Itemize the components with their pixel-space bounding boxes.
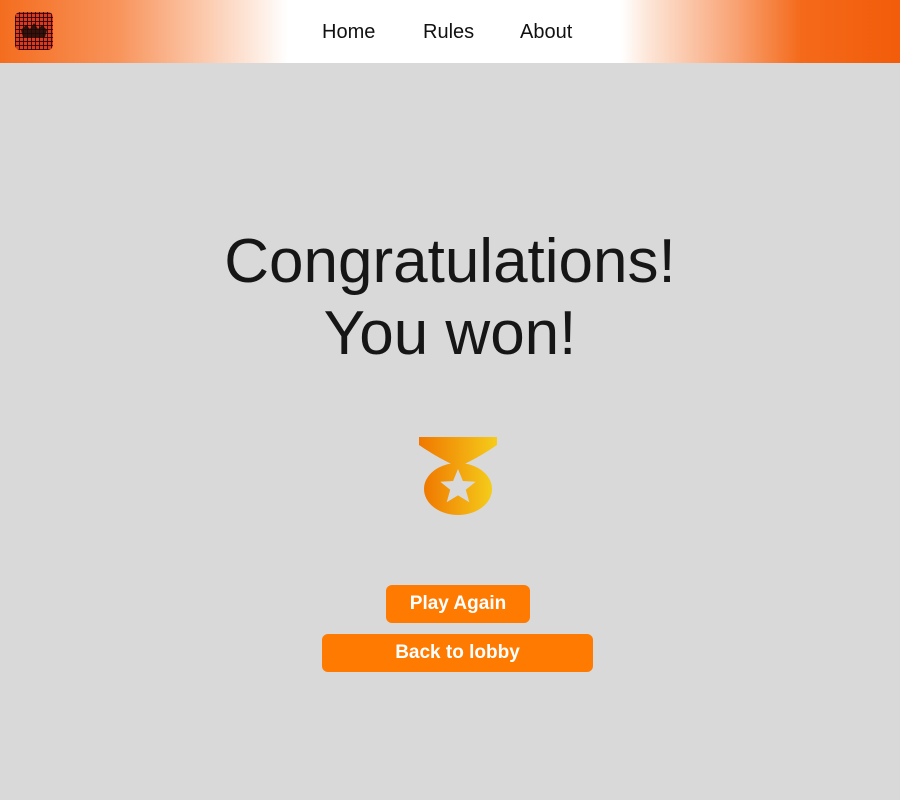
win-message-line-1: Congratulations!: [224, 227, 676, 296]
play-again-button[interactable]: Play Again: [386, 585, 530, 623]
medal-star-icon: [418, 437, 498, 517]
main-nav: Home Rules About: [0, 0, 900, 63]
top-navigation-bar: Home Rules About: [0, 0, 900, 63]
nav-link-home[interactable]: Home: [322, 19, 375, 45]
game-result-page: Home Rules About Congratulations! You wo…: [0, 0, 900, 800]
nav-link-about[interactable]: About: [520, 19, 572, 45]
back-to-lobby-button[interactable]: Back to lobby: [322, 634, 593, 672]
win-message-line-2: You won!: [323, 299, 577, 368]
win-message: Congratulations! You won!: [0, 226, 900, 370]
nav-link-rules[interactable]: Rules: [423, 19, 474, 45]
